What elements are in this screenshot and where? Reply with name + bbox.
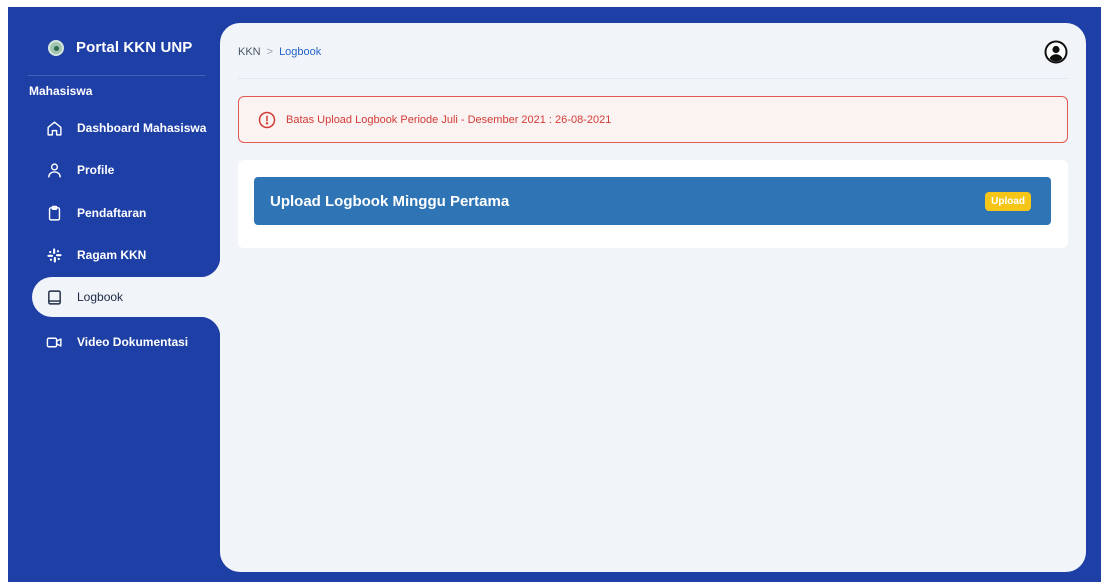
breadcrumb-separator: > bbox=[266, 46, 274, 58]
sidebar-item-logbook[interactable]: Logbook bbox=[32, 257, 220, 337]
unp-logo-icon bbox=[48, 39, 64, 56]
sidebar-item-video-dokumentasi[interactable]: Video Dokumentasi bbox=[32, 322, 220, 362]
sidebar-item-label: Video Dokumentasi bbox=[77, 335, 189, 349]
upload-button[interactable]: Upload bbox=[985, 191, 1031, 211]
sidebar-item-ragam-kkn[interactable]: Ragam KKN bbox=[32, 235, 220, 275]
deadline-alert: Batas Upload Logbook Periode Juli - Dese… bbox=[238, 96, 1068, 143]
breadcrumb-root[interactable]: KKN bbox=[238, 46, 261, 58]
clipboard-icon bbox=[48, 205, 61, 221]
sidebar-item-pendaftaran[interactable]: Pendaftaran bbox=[32, 193, 220, 233]
user-avatar-icon[interactable] bbox=[1044, 40, 1068, 64]
upload-title: Upload Logbook Minggu Pertama bbox=[270, 192, 510, 210]
sidebar-item-label: Ragam KKN bbox=[77, 248, 147, 262]
sidebar: Portal KKN UNP Mahasiswa Dashboard Mahas… bbox=[8, 7, 220, 582]
sidebar-item-label: Dashboard Mahasiswa bbox=[77, 121, 207, 135]
user-icon bbox=[48, 162, 61, 178]
video-icon bbox=[46, 337, 62, 347]
brand-name: Portal KKN UNP bbox=[76, 39, 193, 56]
book-icon bbox=[48, 289, 61, 305]
main-panel: KKN > Logbook Batas Upload Logbook Perio… bbox=[220, 23, 1086, 572]
alert-text: Batas Upload Logbook Periode Juli - Dese… bbox=[286, 113, 612, 126]
brand[interactable]: Portal KKN UNP bbox=[48, 39, 192, 56]
breadcrumb: KKN > Logbook bbox=[238, 46, 321, 58]
sidebar-divider bbox=[28, 75, 206, 76]
alert-circle-icon bbox=[258, 111, 276, 128]
slack-icon bbox=[47, 247, 62, 263]
sidebar-section-label: Mahasiswa bbox=[29, 84, 93, 98]
upload-card: Upload Logbook Minggu Pertama Upload bbox=[238, 160, 1068, 248]
sidebar-item-dashboard[interactable]: Dashboard Mahasiswa bbox=[32, 108, 220, 148]
sidebar-item-profile[interactable]: Profile bbox=[32, 150, 220, 190]
header-divider bbox=[238, 78, 1068, 79]
sidebar-item-label: Pendaftaran bbox=[77, 206, 147, 220]
sidebar-item-label: Profile bbox=[77, 163, 115, 177]
app-frame: Portal KKN UNP Mahasiswa Dashboard Mahas… bbox=[8, 7, 1101, 582]
sidebar-item-label: Logbook bbox=[77, 290, 124, 304]
home-icon bbox=[47, 120, 62, 136]
upload-bar: Upload Logbook Minggu Pertama Upload bbox=[254, 177, 1051, 225]
breadcrumb-current: Logbook bbox=[279, 46, 322, 58]
